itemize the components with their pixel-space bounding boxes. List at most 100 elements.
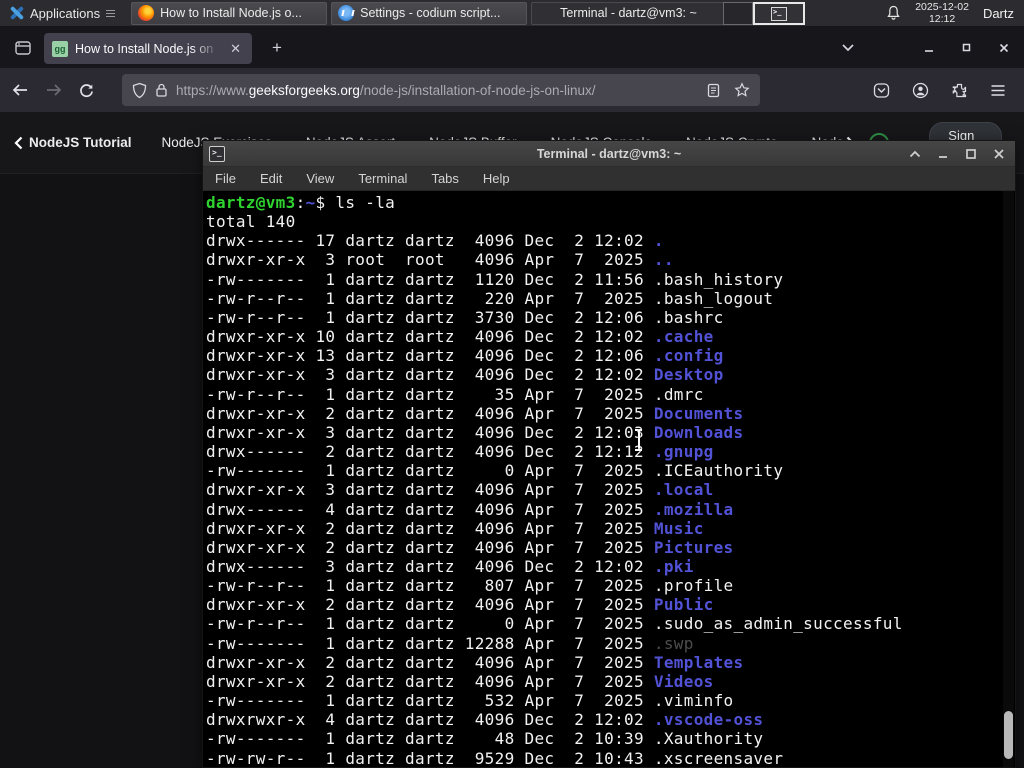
panel-status-area: 2025-12-02 12:12 Dartz xyxy=(886,1,1024,25)
terminal-menu-edit[interactable]: Edit xyxy=(260,171,282,186)
workspace-1[interactable] xyxy=(723,2,753,25)
workspace-2-current[interactable] xyxy=(753,2,805,25)
listing-filename: .profile xyxy=(653,576,734,596)
listing-filename: .mozilla xyxy=(653,499,734,519)
listing-filename: .xscreensaver xyxy=(653,748,784,767)
listing-attrs: drwxr-xr-x 2 dartz dartz 4096 Apr 7 2025 xyxy=(206,537,654,557)
terminal-listing-line: drwxr-xr-x 3 dartz dartz 4096 Apr 7 2025… xyxy=(206,480,1015,499)
listing-attrs: drwxr-xr-x 2 dartz dartz 4096 Apr 7 2025 xyxy=(206,652,654,672)
firefox-view-icon[interactable] xyxy=(10,35,36,61)
browser-close-button[interactable] xyxy=(998,42,1010,54)
listing-filename: .config xyxy=(653,346,724,366)
terminal-titlebar[interactable]: Terminal - dartz@vm3: ~ xyxy=(203,141,1015,167)
listing-filename: .dmrc xyxy=(653,384,704,404)
terminal-icon xyxy=(538,5,554,21)
back-button[interactable] xyxy=(6,76,34,104)
terminal-menu-file[interactable]: File xyxy=(215,171,236,186)
terminal-listing-line: drwx------ 2 dartz dartz 4096 Dec 2 12:1… xyxy=(206,442,1015,461)
listing-attrs: -rw-r--r-- 1 dartz dartz 220 Apr 7 2025 xyxy=(206,288,654,308)
browser-tab-bar: gg How to Install Node.js on ✕ + xyxy=(0,27,1024,68)
listing-filename: .. xyxy=(653,250,674,270)
listing-attrs: drwxr-xr-x 3 dartz dartz 4096 Dec 2 12:0… xyxy=(206,422,654,442)
terminal-scrollbar-thumb[interactable] xyxy=(1004,711,1013,759)
listing-attrs: -rw-rw-r-- 1 dartz dartz 9529 Dec 2 10:4… xyxy=(206,748,654,767)
listing-filename: .bash_logout xyxy=(653,288,774,308)
listing-attrs: drwx------ 3 dartz dartz 4096 Dec 2 12:0… xyxy=(206,556,654,576)
terminal-listing-line: drwxr-xr-x 10 dartz dartz 4096 Dec 2 12:… xyxy=(206,327,1015,346)
prompt-user-host: dartz@vm3 xyxy=(206,193,296,212)
terminal-output[interactable]: dartz@vm3:~$ ls -la total 140 drwx------ 1… xyxy=(203,191,1015,767)
listing-filename: .vscode-oss xyxy=(653,710,764,730)
terminal-listing-line: -rw-r--r-- 1 dartz dartz 220 Apr 7 2025 … xyxy=(206,289,1015,308)
terminal-window: Terminal - dartz@vm3: ~ File Edit View Term… xyxy=(202,140,1016,768)
listing-filename: Downloads xyxy=(653,422,744,442)
terminal-menu-help[interactable]: Help xyxy=(483,171,510,186)
taskbar-button-label: Settings - codium script... xyxy=(360,6,501,20)
terminal-menu-view[interactable]: View xyxy=(306,171,334,186)
terminal-listing-line: drwxr-xr-x 2 dartz dartz 4096 Apr 7 2025… xyxy=(206,595,1015,614)
applications-label: Applications xyxy=(30,5,101,21)
reload-button[interactable] xyxy=(72,76,100,104)
save-to-pocket-icon[interactable] xyxy=(873,82,890,99)
list-all-tabs-chevron-icon[interactable] xyxy=(841,43,855,52)
listing-filename: .sudo_as_admin_successful xyxy=(653,614,903,634)
listing-attrs: drwx------ 4 dartz dartz 4096 Apr 7 2025 xyxy=(206,499,654,519)
notification-bell-icon[interactable] xyxy=(886,5,901,21)
reader-view-icon[interactable] xyxy=(707,83,720,98)
applications-menu-button[interactable]: Applications xyxy=(0,0,123,27)
listing-filename: . xyxy=(653,231,664,251)
forward-button[interactable] xyxy=(40,76,68,104)
taskbar-button[interactable]: Terminal - dartz@vm3: ~ xyxy=(531,1,728,25)
tab-close-icon[interactable]: ✕ xyxy=(227,40,244,58)
listing-attrs: -rw------- 1 dartz dartz 0 Apr 7 2025 xyxy=(206,461,654,481)
clock-date: 2025-12-02 xyxy=(915,1,969,13)
browser-maximize-button[interactable] xyxy=(961,42,972,53)
prompt-dollar: $ xyxy=(315,193,336,212)
terminal-listing-line: drwx------ 3 dartz dartz 4096 Dec 2 12:0… xyxy=(206,557,1015,576)
mini-terminal-window-icon xyxy=(771,6,787,21)
extensions-puzzle-icon[interactable] xyxy=(951,82,968,99)
listing-attrs: drwxrwxr-x 4 dartz dartz 4096 Dec 2 12:0… xyxy=(206,710,654,730)
listing-attrs: -rw-r--r-- 1 dartz dartz 35 Apr 7 2025 xyxy=(206,384,654,404)
account-icon[interactable] xyxy=(912,82,929,99)
terminal-menu-tabs[interactable]: Tabs xyxy=(431,171,458,186)
listing-attrs: -rw------- 1 dartz dartz 1120 Dec 2 11:5… xyxy=(206,269,654,289)
listing-attrs: -rw-r--r-- 1 dartz dartz 807 Apr 7 2025 xyxy=(206,576,654,596)
workspace-switcher[interactable] xyxy=(723,2,805,25)
listing-filename: .ICEauthority xyxy=(653,461,784,481)
hamburger-menu-icon[interactable] xyxy=(990,84,1006,97)
tracking-shield-icon[interactable] xyxy=(132,82,147,99)
terminal-listing-line: -rw-r--r-- 1 dartz dartz 807 Apr 7 2025 … xyxy=(206,576,1015,595)
url-text[interactable]: https://www.geeksforgeeks.org/node-js/in… xyxy=(176,83,699,98)
taskbar-button[interactable]: How to Install Node.js o... xyxy=(131,1,328,25)
terminal-listing-line: drwxr-xr-x 2 dartz dartz 4096 Apr 7 2025… xyxy=(206,653,1015,672)
taskbar-button[interactable]: Settings - codium script... xyxy=(331,1,528,25)
terminal-maximize-button[interactable] xyxy=(965,148,977,160)
terminal-shade-button[interactable] xyxy=(909,150,921,158)
terminal-minimize-button[interactable] xyxy=(937,149,949,159)
url-bar[interactable]: https://www.geeksforgeeks.org/node-js/in… xyxy=(122,74,760,106)
terminal-listing-line: drwxr-xr-x 3 dartz dartz 4096 Dec 2 12:0… xyxy=(206,365,1015,384)
site-nav-back-label: NodeJS Tutorial xyxy=(29,135,132,150)
terminal-menu-terminal[interactable]: Terminal xyxy=(358,171,407,186)
site-nav-back-link[interactable]: NodeJS Tutorial xyxy=(14,135,132,150)
listing-attrs: drwx------ 2 dartz dartz 4096 Dec 2 12:1… xyxy=(206,442,654,462)
listing-filename: .bash_history xyxy=(653,269,784,289)
new-tab-button[interactable]: + xyxy=(264,36,290,60)
browser-tab-active[interactable]: gg How to Install Node.js on ✕ xyxy=(44,33,252,64)
terminal-close-button[interactable] xyxy=(993,148,1005,160)
prompt-path: ~ xyxy=(305,193,316,212)
listing-attrs: drwxr-xr-x 2 dartz dartz 4096 Apr 7 2025 xyxy=(206,403,654,423)
terminal-app-icon xyxy=(209,145,225,162)
terminal-scrollbar[interactable] xyxy=(1003,191,1014,767)
panel-clock[interactable]: 2025-12-02 12:12 xyxy=(915,1,969,25)
listing-filename: .swp xyxy=(653,633,694,653)
browser-minimize-button[interactable] xyxy=(923,42,935,54)
bookmark-star-icon[interactable] xyxy=(734,82,750,98)
listing-filename: Desktop xyxy=(653,365,724,385)
taskbar-button-label: How to Install Node.js o... xyxy=(160,6,302,20)
geeksforgeeks-favicon: gg xyxy=(52,40,68,57)
listing-filename: .cache xyxy=(653,327,714,347)
lock-icon[interactable] xyxy=(155,82,168,98)
prompt-command: ls -la xyxy=(335,193,396,212)
